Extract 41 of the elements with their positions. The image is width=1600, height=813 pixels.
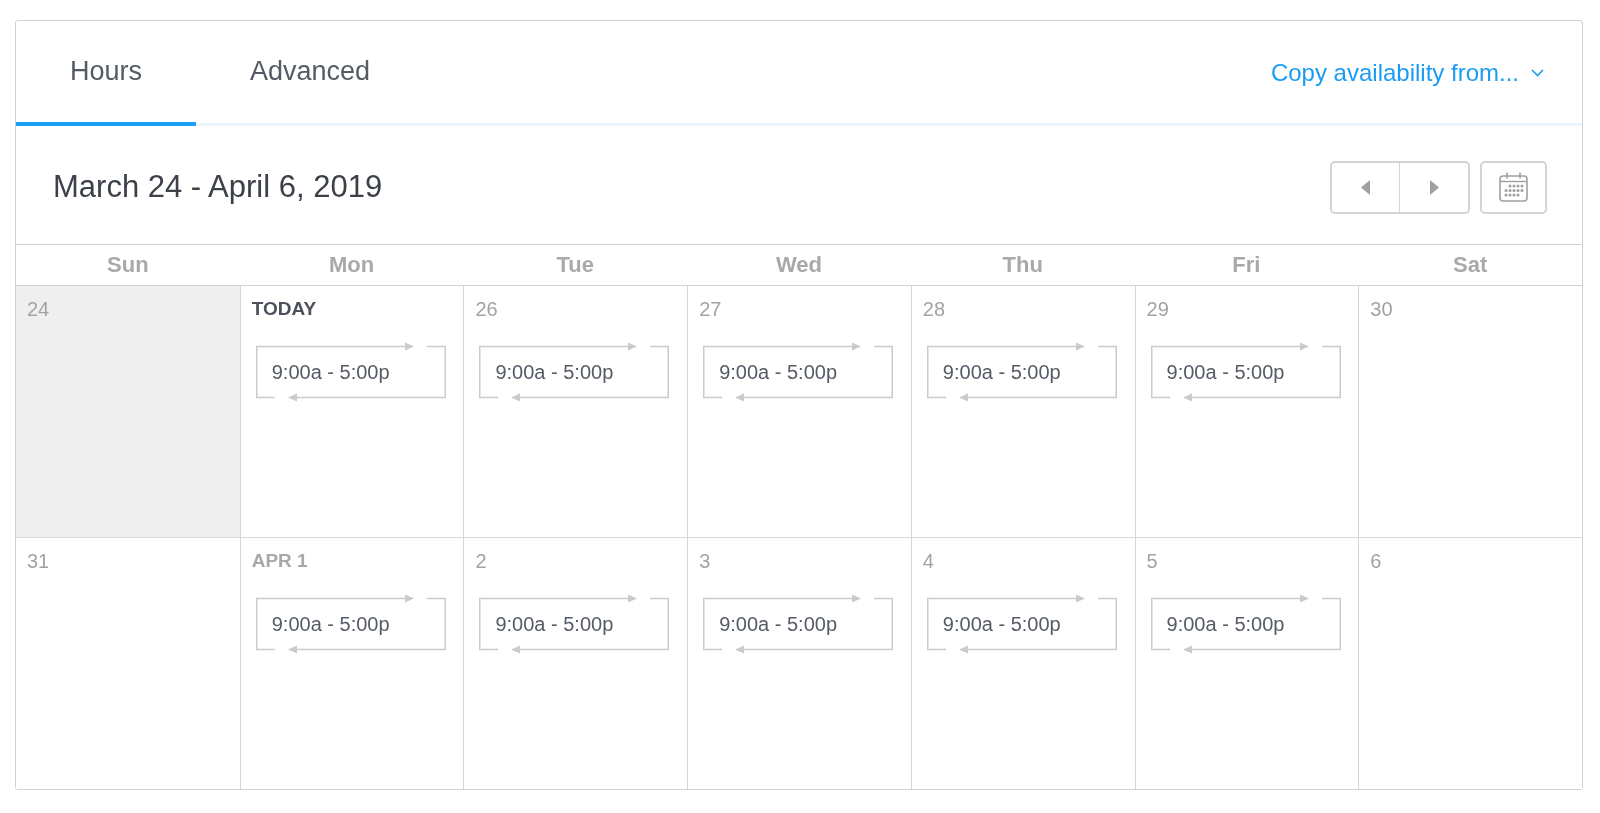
day-label: 30: [1370, 297, 1393, 321]
tab[interactable]: Advanced: [196, 21, 425, 126]
weekday-label: Sun: [107, 252, 149, 278]
day-label: 29: [1146, 297, 1169, 321]
hours-block[interactable]: 9:00a - 5:00p: [926, 593, 1117, 655]
calendar-button[interactable]: [1480, 160, 1547, 214]
hours-block[interactable]: 9:00a - 5:00p: [479, 341, 670, 403]
day-label: 4: [922, 549, 934, 573]
chevron-down-icon: [1531, 69, 1544, 77]
day-label: TODAY: [251, 297, 317, 321]
weekday-label: Mon: [328, 252, 375, 278]
weekday-label: Thu: [1002, 252, 1043, 278]
hours-block[interactable]: 9:00a - 5:00p: [926, 341, 1117, 403]
day-label: 28: [922, 297, 946, 321]
hours-block[interactable]: 9:00a - 5:00p: [703, 341, 894, 403]
hours-block[interactable]: 9:00a - 5:00p: [1150, 593, 1341, 655]
hours-block[interactable]: 9:00a - 5:00p: [1150, 341, 1341, 403]
calendar-icon: [1499, 172, 1528, 202]
day-label: 2: [475, 549, 487, 573]
weekday-label: Fri: [1232, 252, 1261, 278]
day-label: 26: [475, 297, 498, 321]
day-label: 24: [27, 297, 50, 321]
hours-block[interactable]: 9:00a - 5:00p: [479, 593, 670, 655]
day-label: APR 1: [251, 549, 308, 573]
day-label: 27: [699, 297, 722, 321]
triangle-right-icon: [1429, 179, 1439, 195]
day-label: 31: [27, 549, 50, 573]
weekday-label: Tue: [556, 252, 594, 278]
weekday-label: Sat: [1453, 252, 1488, 278]
day-label: 3: [699, 549, 711, 573]
triangle-left-icon: [1361, 179, 1370, 195]
next-button[interactable]: [1400, 160, 1470, 214]
hours-block[interactable]: 9:00a - 5:00p: [255, 341, 446, 403]
day-label: 5: [1146, 549, 1158, 573]
hours-block[interactable]: 9:00a - 5:00p: [703, 593, 894, 655]
hours-block[interactable]: 9:00a - 5:00p: [255, 593, 446, 655]
date-range-title: March 24 - April 6, 2019: [53, 169, 384, 205]
weekday-label: Wed: [775, 252, 822, 278]
previous-button[interactable]: [1330, 160, 1400, 214]
tab[interactable]: Hours: [16, 21, 197, 126]
day-label: 6: [1370, 549, 1382, 573]
